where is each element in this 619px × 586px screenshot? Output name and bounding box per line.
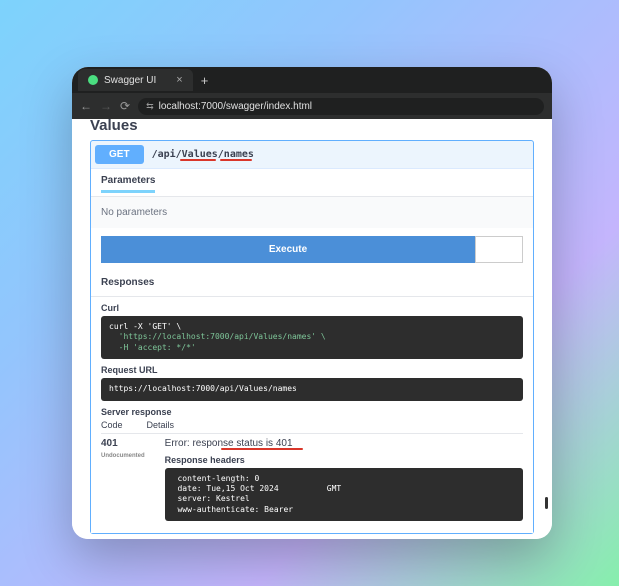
parameters-header: Parameters [91, 169, 533, 197]
response-headers-label: Response headers [165, 455, 523, 465]
no-parameters-text: No parameters [91, 197, 533, 228]
annotation-underline [180, 159, 216, 161]
browser-window: Swagger UI × + ← → ⟳ ⇆ localhost:7000/sw… [72, 67, 552, 539]
section-title: Values [90, 119, 534, 134]
response-row: 401 Undocumented Error: response status … [101, 438, 523, 528]
error-message: Error: response status is 401 [165, 438, 293, 449]
swagger-favicon [88, 75, 98, 85]
tab-parameters[interactable]: Parameters [101, 175, 155, 193]
response-body: Curl curl -X 'GET' \ 'https://localhost:… [91, 297, 533, 533]
operation-block: GET /api/Values/names Parameters No para… [90, 140, 534, 534]
execute-row: Execute [91, 228, 533, 267]
clear-button[interactable] [475, 236, 523, 263]
response-headers-box[interactable]: content-length: 0 date: Tue,15 Oct 2024 … [165, 468, 523, 522]
back-icon[interactable]: ← [80, 99, 92, 113]
request-url-box[interactable]: https://localhost:7000/api/Values/names [101, 378, 523, 400]
page-content: Values GET /api/Values/names Parameters … [72, 119, 552, 539]
curl-command-box[interactable]: curl -X 'GET' \ 'https://localhost:7000/… [101, 316, 523, 359]
operation-body: Parameters No parameters Execute Respons… [91, 168, 533, 533]
annotation-underline [220, 159, 252, 161]
browser-titlebar: Swagger UI × + [72, 67, 552, 93]
browser-tab[interactable]: Swagger UI × [78, 69, 193, 91]
request-url-label: Request URL [101, 365, 523, 375]
response-details: Error: response status is 401 Response h… [165, 438, 523, 528]
details-column-header: Details [147, 420, 175, 430]
scrollbar-thumb[interactable] [545, 497, 548, 509]
forward-icon[interactable]: → [100, 99, 112, 113]
responses-header: Responses [91, 267, 533, 297]
annotation-underline [221, 448, 303, 450]
operation-path: /api/Values/names [152, 149, 254, 160]
new-tab-button[interactable]: + [201, 73, 209, 88]
address-bar[interactable]: ⇆ localhost:7000/swagger/index.html [138, 98, 544, 115]
tab-title: Swagger UI [104, 75, 156, 86]
browser-url-bar: ← → ⟳ ⇆ localhost:7000/swagger/index.htm… [72, 93, 552, 119]
response-table-header: Code Details [101, 420, 523, 434]
url-text: localhost:7000/swagger/index.html [159, 101, 312, 112]
curl-label: Curl [101, 303, 523, 313]
operation-summary[interactable]: GET /api/Values/names [91, 141, 533, 168]
reload-icon[interactable]: ⟳ [120, 99, 130, 113]
code-column-header: Code [101, 420, 123, 430]
http-method-badge: GET [95, 145, 144, 164]
lock-icon: ⇆ [146, 101, 154, 112]
execute-button[interactable]: Execute [101, 236, 475, 263]
undocumented-label: Undocumented [101, 453, 145, 459]
close-icon[interactable]: × [176, 74, 182, 86]
response-code: 401 Undocumented [101, 438, 145, 460]
server-response-label: Server response [101, 407, 523, 417]
